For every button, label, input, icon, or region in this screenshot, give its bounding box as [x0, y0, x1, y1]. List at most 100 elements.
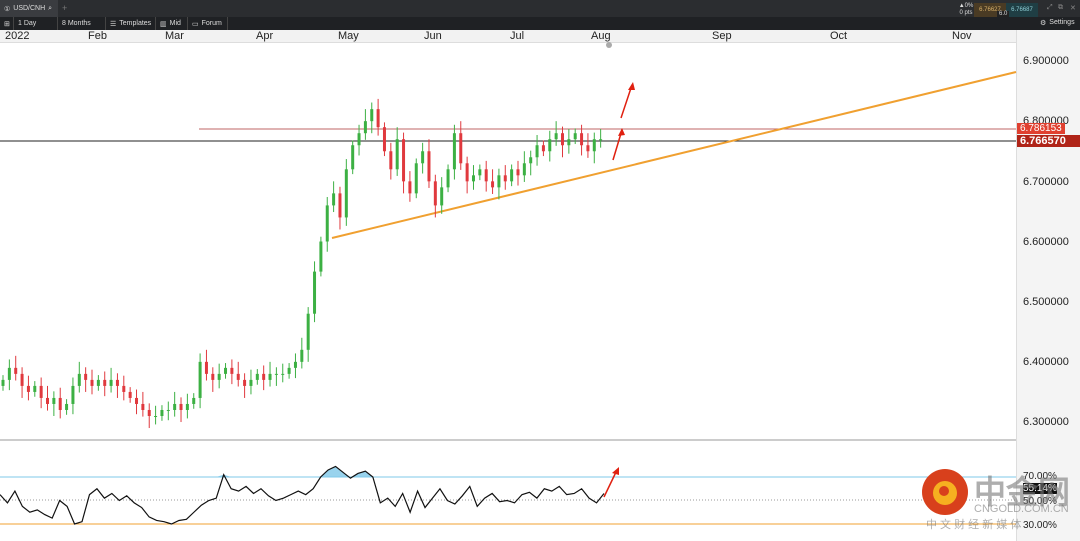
candle-body — [287, 367, 291, 374]
candle-body — [325, 205, 329, 242]
candles — [1, 98, 603, 429]
candle-body — [58, 397, 62, 410]
watermark-domain: CNGOLD.COM.CN — [974, 503, 1069, 515]
candle-body — [548, 139, 552, 152]
candle-body — [313, 271, 317, 314]
time-marker-handle[interactable] — [606, 42, 612, 48]
candle-body — [484, 169, 488, 182]
candle-body — [503, 175, 507, 182]
candle-body — [421, 151, 425, 164]
candle-body — [370, 109, 374, 122]
candle-body — [109, 379, 113, 386]
candle-body — [192, 397, 196, 404]
candle-body — [560, 133, 564, 146]
candle-body — [14, 367, 18, 374]
candle-body — [20, 373, 24, 386]
current-price-tag: 6.766570 — [1017, 135, 1080, 147]
candle-body — [516, 169, 520, 176]
arrow-head — [612, 467, 619, 475]
rsi-overbought-fill — [0, 466, 604, 477]
candle-body — [211, 373, 215, 380]
candle-body — [173, 403, 177, 410]
candle-body — [135, 397, 139, 404]
candle-body — [141, 403, 145, 410]
candle-body — [306, 313, 310, 350]
candle-body — [204, 361, 208, 374]
candle-body — [402, 139, 406, 182]
candle-body — [535, 145, 539, 158]
candle-body — [332, 193, 336, 206]
candle-body — [491, 181, 495, 188]
candle-body — [497, 175, 501, 188]
candle-body — [255, 373, 259, 380]
candle-body — [224, 367, 228, 374]
candle-body — [567, 139, 571, 146]
candle-body — [236, 373, 240, 380]
candle-body — [300, 349, 304, 362]
candle-body — [522, 163, 526, 176]
candle-body — [33, 385, 37, 392]
candle-body — [52, 397, 56, 404]
rsi-line — [0, 465, 605, 525]
price-chart[interactable] — [0, 0, 1080, 541]
candle-body — [586, 145, 590, 152]
candle-body — [249, 379, 253, 386]
candle-body — [580, 133, 584, 146]
candle-body — [599, 139, 603, 141]
cngold-logo — [922, 469, 968, 515]
candle-body — [179, 403, 183, 410]
candle-body — [7, 367, 11, 380]
candle-body — [115, 379, 119, 386]
candle-body — [554, 133, 558, 140]
candle-body — [427, 151, 431, 182]
candle-body — [478, 169, 482, 176]
candle-body — [351, 145, 355, 170]
candle-body — [185, 403, 189, 410]
candle-body — [166, 409, 170, 411]
candle-body — [465, 163, 469, 182]
candle-body — [77, 373, 81, 386]
rsi-indicator — [0, 465, 605, 525]
candle-body — [26, 385, 30, 392]
candle-body — [46, 397, 50, 404]
candle-body — [84, 373, 88, 380]
line-price-tag: 6.786153 — [1017, 123, 1065, 134]
candle-body — [198, 361, 202, 398]
candle-body — [281, 373, 285, 375]
candle-body — [39, 385, 43, 398]
candle-body — [357, 133, 361, 146]
candle-body — [71, 385, 75, 404]
ascending-trendline[interactable] — [331, 71, 1017, 239]
candle-body — [592, 139, 596, 152]
candle-body — [122, 385, 126, 392]
candle-body — [510, 169, 514, 182]
candle-body — [344, 169, 348, 218]
candle-body — [230, 367, 234, 374]
candle-body — [268, 373, 272, 380]
watermark-tagline: 中 文 财 经 新 媒 体 — [926, 519, 1022, 531]
rsi-label: 30.00% — [1023, 520, 1057, 531]
candle-body — [217, 373, 221, 380]
arrow-head — [628, 82, 635, 90]
candle-body — [389, 151, 393, 170]
candle-body — [128, 391, 132, 398]
candle-body — [363, 121, 367, 134]
candle-body — [446, 169, 450, 188]
candle-body — [243, 379, 247, 386]
candle-body — [293, 361, 297, 368]
candle-body — [414, 163, 418, 194]
candle-body — [529, 157, 533, 164]
candle-body — [382, 127, 386, 152]
candle-body — [96, 379, 100, 386]
candle-body — [319, 241, 323, 272]
candle-body — [90, 379, 94, 386]
candle-body — [452, 133, 456, 170]
candle-body — [541, 145, 545, 152]
candle-body — [440, 187, 444, 206]
candle-body — [471, 175, 475, 182]
candle-body — [376, 109, 380, 128]
candle-body — [433, 181, 437, 206]
candle-body — [338, 193, 342, 218]
candle-body — [147, 409, 151, 417]
candle-body — [65, 403, 69, 410]
